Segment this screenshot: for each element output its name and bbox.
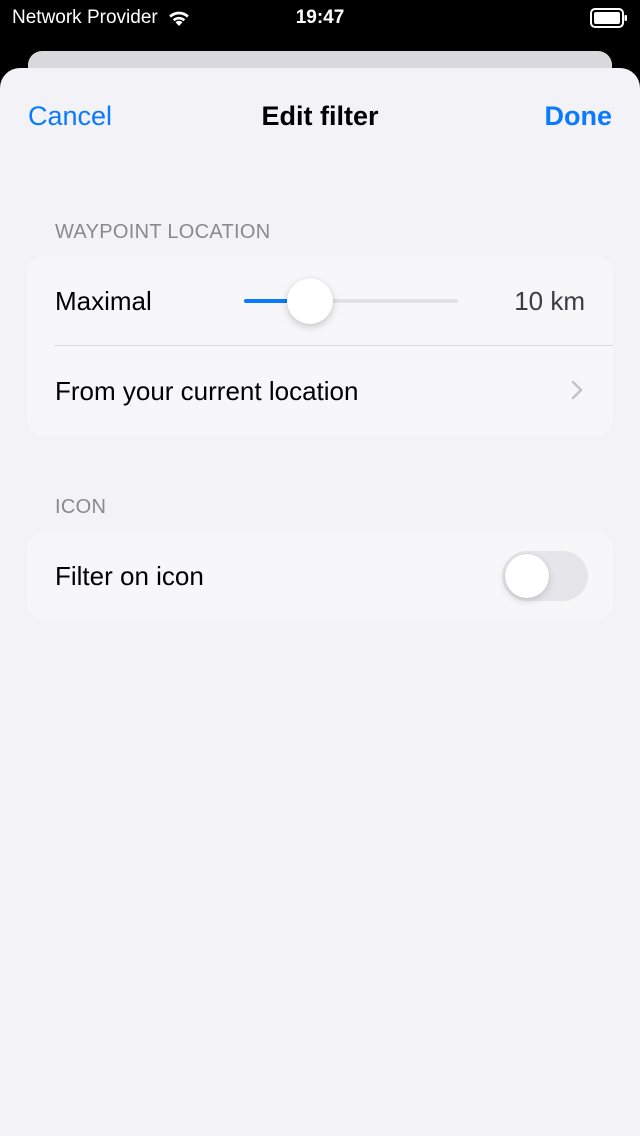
filter-on-icon-row: Filter on icon	[27, 531, 613, 621]
slider-thumb[interactable]	[287, 278, 334, 324]
maximal-distance-row: Maximal 10 km	[27, 256, 613, 346]
icon-filter-group: Filter on icon	[27, 531, 613, 621]
navigation-bar: Cancel Edit filter Done	[0, 68, 640, 164]
battery-icon	[590, 8, 628, 34]
edit-filter-sheet: Cancel Edit filter Done WAYPOINT LOCATIO…	[0, 68, 640, 1136]
section-header-icon: ICON	[55, 496, 107, 518]
section-header-waypoint: WAYPOINT LOCATION	[55, 221, 271, 243]
from-location-label: From your current location	[55, 375, 359, 406]
toggle-knob	[505, 554, 549, 598]
filter-on-icon-label: Filter on icon	[55, 560, 204, 591]
done-button[interactable]: Done	[545, 101, 613, 132]
maximal-label: Maximal	[55, 285, 152, 316]
chevron-right-icon	[571, 380, 583, 400]
filter-on-icon-toggle[interactable]	[502, 551, 588, 601]
from-current-location-row[interactable]: From your current location	[27, 346, 613, 436]
status-bar: Network Provider 19:47	[0, 0, 640, 36]
distance-slider[interactable]	[244, 278, 458, 324]
status-time: 19:47	[295, 7, 345, 28]
distance-value: 10 km	[514, 285, 585, 316]
waypoint-location-group: Maximal 10 km From your current location	[27, 256, 613, 436]
